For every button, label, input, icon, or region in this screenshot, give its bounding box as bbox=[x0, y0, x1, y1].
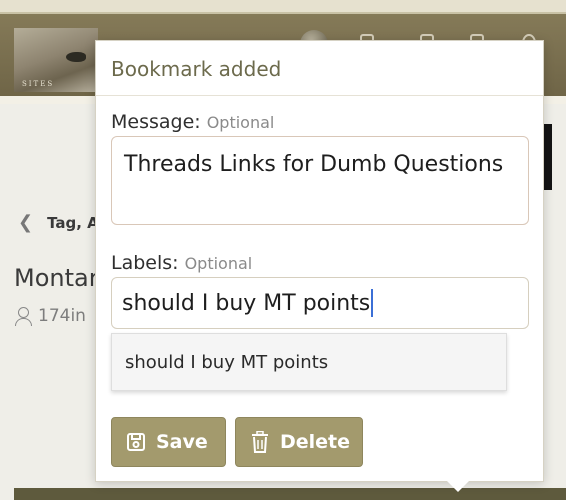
labels-label-row: Labels: Optional bbox=[111, 252, 252, 274]
message-textarea[interactable]: Threads Links for Dumb Questions bbox=[111, 136, 529, 225]
save-button-label: Save bbox=[156, 431, 208, 453]
bookmark-popup: Bookmark added Message: Optional Threads … bbox=[95, 40, 544, 482]
breadcrumb[interactable]: ❮ Tag, A bbox=[18, 212, 99, 233]
labels-optional-hint: Optional bbox=[184, 254, 253, 273]
labels-input[interactable]: should I buy MT points bbox=[111, 277, 529, 329]
thread-author[interactable]: 174in bbox=[38, 306, 86, 326]
thread-banner-image: SITES bbox=[14, 28, 98, 92]
delete-button-label: Delete bbox=[280, 431, 351, 453]
bottom-bar bbox=[14, 488, 566, 500]
message-label: Message: bbox=[111, 111, 201, 133]
thread-meta: 174in bbox=[14, 306, 86, 326]
labels-input-value: should I buy MT points bbox=[122, 290, 371, 316]
user-icon bbox=[14, 306, 32, 326]
delete-button[interactable]: Delete bbox=[235, 417, 363, 467]
label-suggestion-item[interactable]: should I buy MT points bbox=[111, 333, 507, 391]
thread-title: Montar bbox=[14, 264, 99, 292]
popup-title: Bookmark added bbox=[111, 57, 282, 81]
breadcrumb-label[interactable]: Tag, A bbox=[47, 214, 99, 232]
popup-arrow bbox=[446, 480, 470, 492]
floppy-disk-icon bbox=[127, 433, 145, 451]
top-strip bbox=[0, 0, 566, 14]
message-optional-hint: Optional bbox=[206, 113, 275, 132]
trash-icon bbox=[252, 431, 268, 453]
banner-text: SITES bbox=[22, 80, 55, 88]
message-label-row: Message: Optional bbox=[111, 111, 274, 133]
text-caret bbox=[371, 289, 374, 317]
labels-label: Labels: bbox=[111, 252, 179, 274]
save-button[interactable]: Save bbox=[111, 417, 226, 467]
popup-divider bbox=[96, 95, 543, 96]
chevron-left-icon[interactable]: ❮ bbox=[18, 212, 33, 233]
